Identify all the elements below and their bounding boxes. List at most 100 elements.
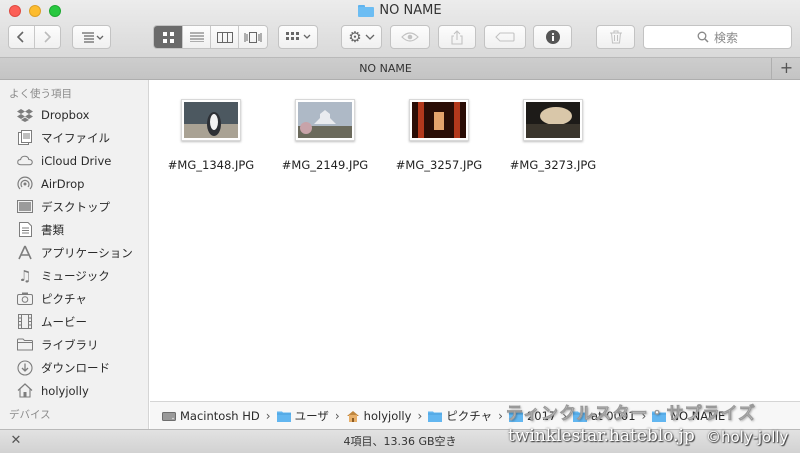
photo-thumbnail-3273 bbox=[526, 102, 580, 138]
file-name: #MG_2149.JPG bbox=[281, 158, 369, 172]
thumb-ground bbox=[526, 124, 580, 138]
sidebar-item-desktop[interactable]: デスクトップ bbox=[0, 195, 148, 218]
tab-no-name[interactable]: NO NAME bbox=[0, 58, 772, 79]
search-placeholder: 検索 bbox=[713, 30, 738, 45]
path-crumb-label: ユーザ bbox=[294, 408, 329, 423]
toolbar: NO NAME ⚙ 検索 bbox=[0, 0, 800, 58]
list-view-button[interactable] bbox=[183, 26, 211, 48]
sidebar-item-home[interactable]: holyjolly bbox=[0, 379, 148, 402]
cloud-icon bbox=[17, 153, 33, 169]
sidebar-item-label: ミュージック bbox=[41, 268, 110, 283]
cover-flow-view-button[interactable] bbox=[239, 26, 267, 48]
search-field[interactable]: 検索 bbox=[643, 25, 792, 49]
folder-icon bbox=[276, 411, 291, 422]
sidebar-item-downloads[interactable]: ダウンロード bbox=[0, 356, 148, 379]
group-grid-icon bbox=[286, 32, 311, 40]
sidebar-item-documents[interactable]: 書類 bbox=[0, 218, 148, 241]
sidebar-item-label: ライブラリ bbox=[41, 337, 99, 352]
cover-flow-icon bbox=[244, 31, 262, 43]
forward-button[interactable] bbox=[34, 26, 60, 48]
all-my-files-icon bbox=[17, 130, 33, 146]
sidebar-item-all-my-files[interactable]: マイファイル bbox=[0, 126, 148, 149]
path-crumb-label: Macintosh HD bbox=[180, 408, 260, 423]
finder-window: NO NAME ⚙ 検索 NO NAME + よく使う項目 Dropbox マイ… bbox=[0, 0, 800, 453]
sidebar-item-label: ムービー bbox=[41, 314, 87, 329]
desktop-icon bbox=[17, 199, 33, 215]
file-name: #MG_1348.JPG bbox=[167, 158, 255, 172]
watermark-title: ティンクルスター・サプライズ bbox=[506, 404, 756, 425]
sidebar-item-pictures[interactable]: ピクチャ bbox=[0, 287, 148, 310]
file-item[interactable]: #MG_2149.JPG bbox=[273, 80, 377, 172]
file-name: #MG_3257.JPG bbox=[395, 158, 483, 172]
file-name: #MG_3273.JPG bbox=[509, 158, 597, 172]
home-icon bbox=[17, 383, 33, 399]
chevron-down-icon bbox=[365, 34, 375, 40]
thumb-subject bbox=[540, 107, 572, 125]
file-item[interactable]: #MG_3273.JPG bbox=[501, 80, 605, 172]
sidebar-item-applications[interactable]: アプリケーション bbox=[0, 241, 148, 264]
sidebar-item-movies[interactable]: ムービー bbox=[0, 310, 148, 333]
image-thumbnail bbox=[523, 99, 583, 141]
columns-icon bbox=[216, 31, 233, 43]
column-view-button[interactable] bbox=[211, 26, 239, 48]
grid-icon bbox=[162, 31, 174, 43]
film-icon bbox=[17, 314, 33, 330]
sidebar-item-label: デスクトップ bbox=[41, 199, 110, 214]
folder-icon bbox=[358, 4, 375, 17]
path-crumb-pictures[interactable]: ピクチャ bbox=[428, 408, 492, 424]
share-button[interactable] bbox=[438, 25, 476, 49]
sidebar-item-label: ダウンロード bbox=[41, 360, 110, 375]
path-crumb-macintosh-hd[interactable]: Macintosh HD bbox=[162, 409, 260, 423]
list-icon bbox=[189, 32, 204, 42]
image-thumbnail bbox=[295, 99, 355, 141]
path-crumb-label: holyjolly bbox=[363, 408, 412, 423]
quick-look-button[interactable] bbox=[390, 25, 430, 49]
documents-icon bbox=[17, 222, 33, 238]
file-item[interactable]: #MG_1348.JPG bbox=[159, 80, 263, 172]
window-title-text: NO NAME bbox=[379, 3, 442, 18]
chevron-left-icon bbox=[17, 31, 24, 43]
sidebar-heading-devices: デバイス bbox=[9, 409, 51, 421]
arrange-button[interactable] bbox=[72, 25, 111, 49]
action-button[interactable]: ⚙ bbox=[341, 25, 382, 49]
sidebar-item-label: マイファイル bbox=[41, 130, 110, 145]
file-item[interactable]: #MG_3257.JPG bbox=[387, 80, 491, 172]
view-mode-segment bbox=[153, 25, 268, 49]
sidebar-item-airdrop[interactable]: AirDrop bbox=[0, 172, 148, 195]
dropbox-icon bbox=[17, 107, 33, 123]
share-icon bbox=[451, 29, 463, 45]
tag-button[interactable] bbox=[484, 25, 526, 49]
tag-icon bbox=[495, 32, 515, 42]
watermark-author: ©holy-jolly bbox=[706, 428, 789, 446]
sidebar-item-label: Dropbox bbox=[41, 107, 90, 122]
trash-icon bbox=[609, 30, 622, 44]
sidebar-item-label: iCloud Drive bbox=[41, 153, 112, 168]
download-icon bbox=[17, 359, 33, 376]
info-icon bbox=[545, 30, 560, 44]
group-button[interactable] bbox=[278, 25, 318, 49]
sidebar-item-label: holyjolly bbox=[41, 383, 89, 398]
navigation-segment bbox=[8, 25, 61, 49]
sidebar-item-label: アプリケーション bbox=[41, 245, 133, 260]
chevron-right-icon bbox=[44, 31, 52, 43]
hard-drive-icon bbox=[162, 411, 176, 421]
path-crumb-users[interactable]: ユーザ bbox=[276, 408, 329, 424]
back-button[interactable] bbox=[9, 26, 35, 48]
tab-bar: NO NAME + bbox=[0, 58, 800, 80]
sidebar-item-music[interactable]: ♫ ミュージック bbox=[0, 264, 148, 287]
sidebar-item-icloud-drive[interactable]: iCloud Drive bbox=[0, 149, 148, 172]
airdrop-icon bbox=[17, 176, 33, 192]
path-crumb-label: ピクチャ bbox=[446, 408, 493, 423]
move-to-trash-button[interactable] bbox=[596, 25, 635, 49]
new-tab-button[interactable]: + bbox=[773, 58, 800, 79]
sidebar-item-dropbox[interactable]: Dropbox bbox=[0, 103, 148, 126]
sidebar-item-label: 書類 bbox=[41, 222, 64, 237]
path-crumb-home[interactable]: holyjolly bbox=[346, 408, 412, 423]
path-separator-icon: › bbox=[417, 408, 423, 423]
get-info-button[interactable] bbox=[533, 25, 572, 49]
sidebar-item-library[interactable]: ライブラリ bbox=[0, 333, 148, 356]
sidebar-heading-favorites: よく使う項目 bbox=[9, 88, 72, 100]
path-separator-icon: › bbox=[265, 408, 271, 423]
icon-view-button[interactable] bbox=[154, 26, 183, 48]
file-grid: #MG_1348.JPG #MG_2149.JPG #MG_3257.JPG #… bbox=[150, 80, 800, 401]
